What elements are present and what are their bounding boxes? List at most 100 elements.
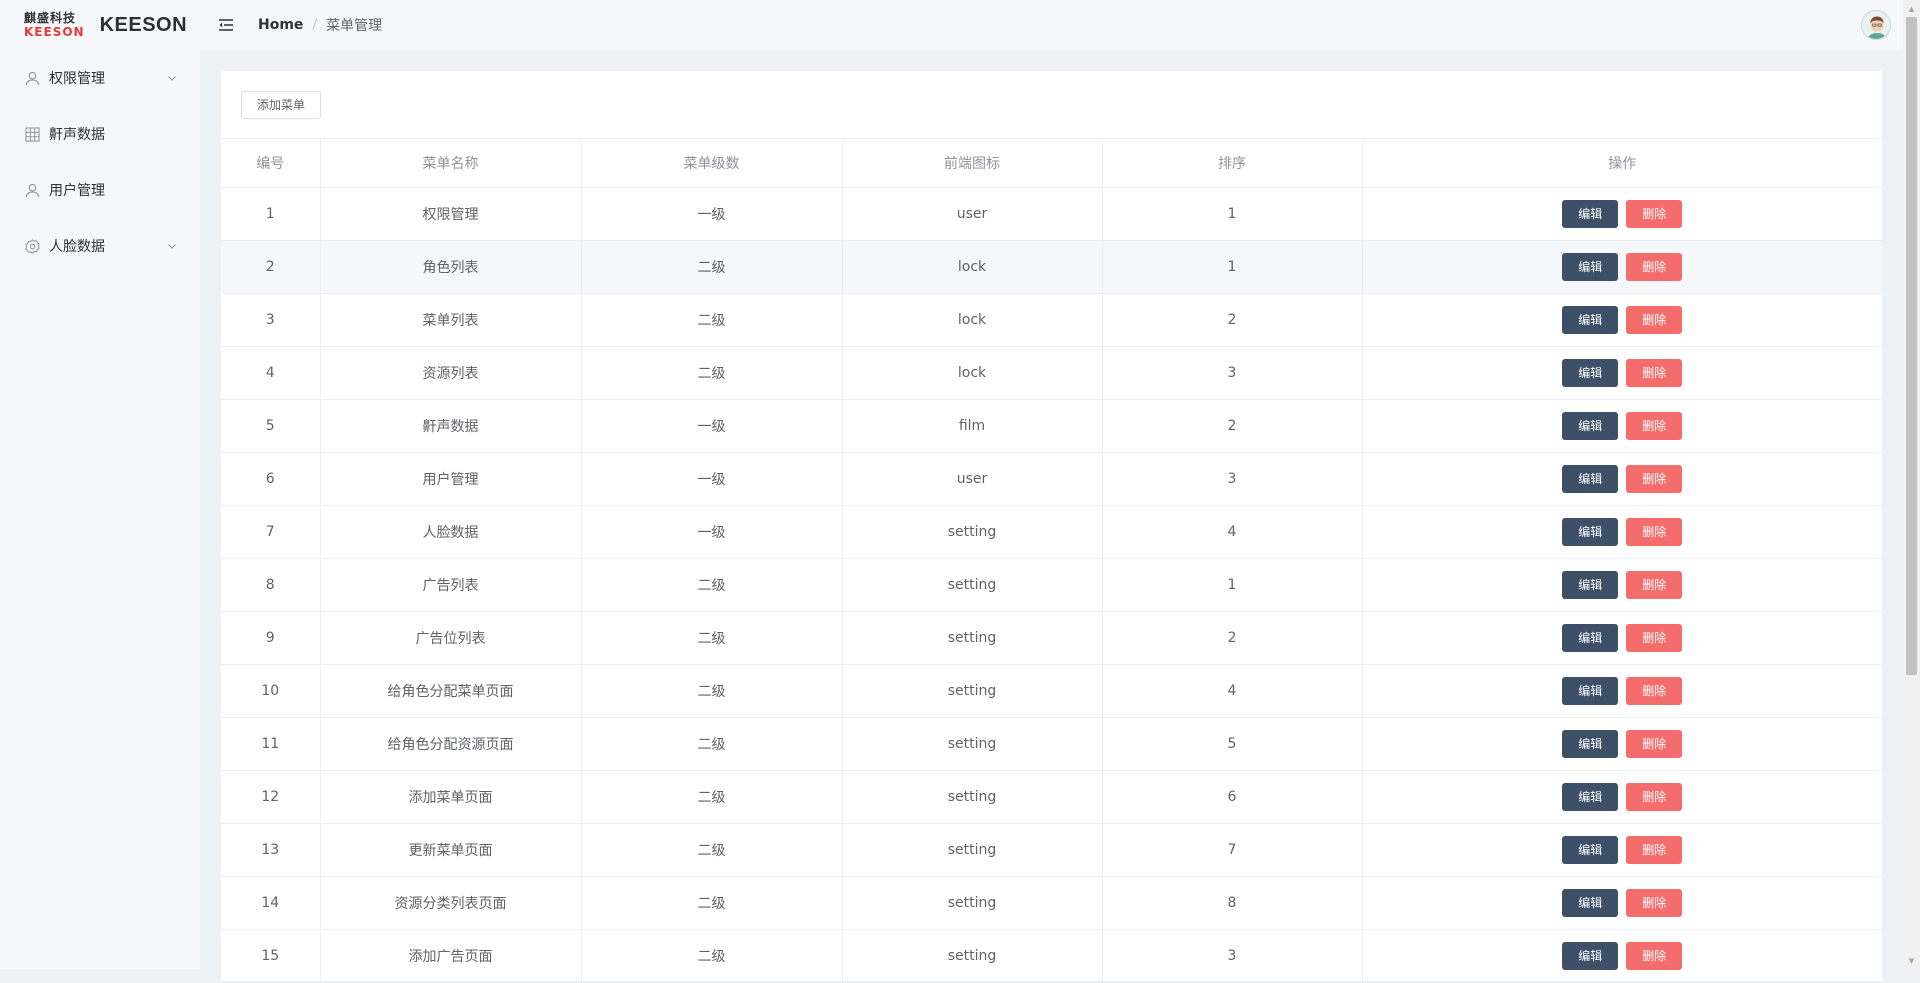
edit-button[interactable]: 编辑 [1562, 305, 1619, 334]
edit-button[interactable]: 编辑 [1562, 199, 1619, 228]
scrollbar-thumb[interactable] [1906, 17, 1917, 675]
cell-name: 人脸数据 [320, 505, 582, 559]
delete-button[interactable]: 删除 [1626, 305, 1683, 334]
menu-management-panel: 添加菜单 编号 菜单名称 菜单级数 前端图标 排序 操作 1 权限管理 一级 user… [221, 71, 1882, 983]
cell-actions: 编辑 删除 [1362, 240, 1882, 294]
breadcrumb-separator: / [312, 17, 318, 33]
sidebar-item-face-data[interactable]: 人脸数据 [0, 218, 200, 274]
cell-name: 资源列表 [320, 346, 582, 400]
logo[interactable]: 麒盛科技 KEESON KEESON [0, 0, 200, 50]
delete-button[interactable]: 删除 [1626, 411, 1683, 440]
column-header-actions: 操作 [1362, 139, 1882, 188]
breadcrumb-home[interactable]: Home [258, 17, 303, 33]
cell-id: 12 [221, 770, 321, 824]
cell-name: 广告位列表 [320, 611, 582, 665]
cell-id: 13 [221, 823, 321, 877]
top-header: Home / 菜单管理 [200, 0, 1903, 50]
cell-level: 二级 [581, 611, 843, 665]
cell-name: 添加菜单页面 [320, 770, 582, 824]
column-header-level: 菜单级数 [581, 139, 843, 188]
user-icon [24, 182, 40, 198]
delete-button[interactable]: 删除 [1626, 252, 1683, 281]
cell-level: 一级 [581, 187, 843, 241]
delete-button[interactable]: 删除 [1626, 570, 1683, 599]
menu-fold-icon[interactable] [218, 17, 234, 33]
delete-button[interactable]: 删除 [1626, 358, 1683, 387]
edit-button[interactable]: 编辑 [1562, 782, 1619, 811]
grid-icon [24, 126, 40, 142]
cell-level: 二级 [581, 293, 843, 347]
delete-button[interactable]: 删除 [1626, 782, 1683, 811]
cell-level: 二级 [581, 717, 843, 771]
cell-actions: 编辑 删除 [1362, 876, 1882, 930]
edit-button[interactable]: 编辑 [1562, 835, 1619, 864]
cell-icon-name: setting [842, 558, 1103, 612]
sidebar-item-label: 用户管理 [49, 183, 105, 199]
cell-actions: 编辑 删除 [1362, 187, 1882, 241]
cell-id: 15 [221, 929, 321, 983]
cell-id: 7 [221, 505, 321, 559]
cell-sort: 2 [1102, 293, 1363, 347]
delete-button[interactable]: 删除 [1626, 676, 1683, 705]
edit-button[interactable]: 编辑 [1562, 888, 1619, 917]
sidebar-item-label: 人脸数据 [49, 239, 105, 255]
avatar[interactable] [1861, 10, 1891, 40]
cell-sort: 1 [1102, 240, 1363, 294]
cell-id: 8 [221, 558, 321, 612]
cell-sort: 1 [1102, 187, 1363, 241]
add-menu-button[interactable]: 添加菜单 [241, 90, 322, 119]
edit-button[interactable]: 编辑 [1562, 252, 1619, 281]
cell-icon-name: lock [842, 346, 1103, 400]
edit-button[interactable]: 编辑 [1562, 411, 1619, 440]
delete-button[interactable]: 删除 [1626, 729, 1683, 758]
scroll-down-arrow-icon[interactable]: ▼ [1903, 952, 1920, 969]
edit-button[interactable]: 编辑 [1562, 941, 1619, 970]
cell-sort: 7 [1102, 823, 1363, 877]
delete-button[interactable]: 删除 [1626, 464, 1683, 493]
logo-en-text: KEESON [24, 25, 85, 39]
scroll-up-arrow-icon[interactable]: ▲ [1903, 0, 1920, 17]
delete-button[interactable]: 删除 [1626, 941, 1683, 970]
column-header-id: 编号 [221, 139, 321, 188]
delete-button[interactable]: 删除 [1626, 623, 1683, 652]
cell-name: 广告列表 [320, 558, 582, 612]
cell-level: 二级 [581, 558, 843, 612]
cell-name: 更新菜单页面 [320, 823, 582, 877]
cell-id: 4 [221, 346, 321, 400]
cell-name: 给角色分配菜单页面 [320, 664, 582, 718]
sidebar-item-users[interactable]: 用户管理 [0, 162, 200, 218]
table-row: 7 人脸数据 一级 setting 4 编辑 删除 [221, 505, 1882, 559]
delete-button[interactable]: 删除 [1626, 888, 1683, 917]
edit-button[interactable]: 编辑 [1562, 623, 1619, 652]
edit-button[interactable]: 编辑 [1562, 676, 1619, 705]
cell-sort: 4 [1102, 664, 1363, 718]
cell-id: 10 [221, 664, 321, 718]
cell-level: 二级 [581, 664, 843, 718]
cell-icon-name: lock [842, 240, 1103, 294]
edit-button[interactable]: 编辑 [1562, 517, 1619, 546]
column-header-sort: 排序 [1102, 139, 1363, 188]
cell-icon-name: lock [842, 293, 1103, 347]
table-row: 12 添加菜单页面 二级 setting 6 编辑 删除 [221, 770, 1882, 824]
edit-button[interactable]: 编辑 [1562, 729, 1619, 758]
cell-name: 菜单列表 [320, 293, 582, 347]
sidebar-item-permissions[interactable]: 权限管理 [0, 50, 200, 106]
sidebar-item-snore-data[interactable]: 鼾声数据 [0, 106, 200, 162]
table-row: 14 资源分类列表页面 二级 setting 8 编辑 删除 [221, 876, 1882, 930]
delete-button[interactable]: 删除 [1626, 199, 1683, 228]
cell-sort: 6 [1102, 770, 1363, 824]
delete-button[interactable]: 删除 [1626, 517, 1683, 546]
cell-actions: 编辑 删除 [1362, 399, 1882, 453]
cell-actions: 编辑 删除 [1362, 611, 1882, 665]
edit-button[interactable]: 编辑 [1562, 464, 1619, 493]
delete-button[interactable]: 删除 [1626, 835, 1683, 864]
cell-id: 6 [221, 452, 321, 506]
edit-button[interactable]: 编辑 [1562, 358, 1619, 387]
cell-level: 二级 [581, 770, 843, 824]
cell-name: 鼾声数据 [320, 399, 582, 453]
page-scrollbar[interactable]: ▲ ▼ [1903, 0, 1920, 969]
cell-name: 添加广告页面 [320, 929, 582, 983]
cell-level: 二级 [581, 929, 843, 983]
cell-icon-name: setting [842, 664, 1103, 718]
edit-button[interactable]: 编辑 [1562, 570, 1619, 599]
